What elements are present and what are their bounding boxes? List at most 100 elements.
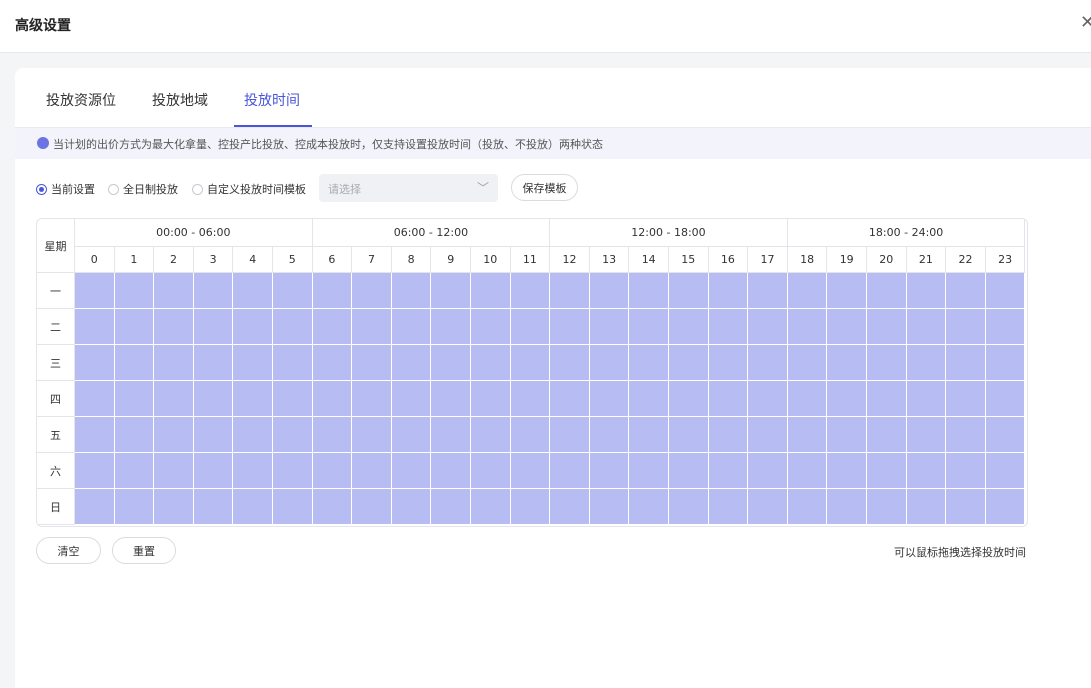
schedule-cell[interactable] — [708, 345, 749, 381]
schedule-cell[interactable] — [154, 453, 194, 489]
template-select[interactable]: 请选择 ﹀ — [319, 174, 498, 202]
schedule-cell[interactable] — [312, 309, 353, 345]
schedule-cell[interactable] — [867, 489, 907, 525]
schedule-cell[interactable] — [431, 417, 471, 453]
schedule-cell[interactable] — [550, 309, 590, 345]
schedule-cell[interactable] — [708, 273, 749, 309]
schedule-cell[interactable] — [787, 417, 828, 453]
schedule-cell[interactable] — [154, 273, 194, 309]
schedule-cell[interactable] — [154, 417, 194, 453]
schedule-cell[interactable] — [669, 273, 709, 309]
tab-region[interactable]: 投放地域 — [152, 90, 208, 110]
schedule-cell[interactable] — [273, 489, 313, 525]
schedule-cell[interactable] — [273, 345, 313, 381]
schedule-cell[interactable] — [827, 345, 867, 381]
schedule-cell[interactable] — [312, 417, 353, 453]
schedule-cell[interactable] — [312, 273, 353, 309]
schedule-cell[interactable] — [471, 453, 511, 489]
schedule-cell[interactable] — [787, 273, 828, 309]
schedule-cell[interactable] — [589, 417, 630, 453]
schedule-cell[interactable] — [352, 381, 392, 417]
schedule-cell[interactable] — [233, 273, 273, 309]
schedule-cell[interactable] — [154, 345, 194, 381]
schedule-cell[interactable] — [431, 345, 471, 381]
schedule-cell[interactable] — [946, 417, 986, 453]
schedule-cell[interactable] — [431, 453, 471, 489]
schedule-cell[interactable] — [867, 273, 907, 309]
schedule-cell[interactable] — [233, 417, 273, 453]
schedule-cell[interactable] — [550, 453, 590, 489]
schedule-cell[interactable] — [985, 273, 1026, 309]
schedule-cell[interactable] — [114, 345, 155, 381]
schedule-cell[interactable] — [985, 381, 1026, 417]
schedule-cell[interactable] — [510, 381, 551, 417]
schedule-cell[interactable] — [510, 453, 551, 489]
tab-resource-position[interactable]: 投放资源位 — [46, 90, 116, 110]
schedule-cell[interactable] — [787, 309, 828, 345]
schedule-cell[interactable] — [273, 273, 313, 309]
schedule-cell[interactable] — [669, 489, 709, 525]
schedule-cell[interactable] — [827, 273, 867, 309]
schedule-cell[interactable] — [312, 345, 353, 381]
schedule-cell[interactable] — [273, 453, 313, 489]
schedule-cell[interactable] — [669, 309, 709, 345]
schedule-cell[interactable] — [867, 381, 907, 417]
schedule-cell[interactable] — [787, 345, 828, 381]
schedule-cell[interactable] — [510, 417, 551, 453]
schedule-cell[interactable] — [114, 453, 155, 489]
schedule-cell[interactable] — [787, 489, 828, 525]
schedule-cell[interactable] — [114, 309, 155, 345]
schedule-cell[interactable] — [550, 489, 590, 525]
schedule-cell[interactable] — [589, 273, 630, 309]
schedule-cell[interactable] — [946, 309, 986, 345]
schedule-cell[interactable] — [352, 309, 392, 345]
schedule-cell[interactable] — [391, 453, 432, 489]
schedule-cell[interactable] — [985, 309, 1026, 345]
schedule-cell[interactable] — [827, 453, 867, 489]
schedule-cell[interactable] — [589, 489, 630, 525]
schedule-cell[interactable] — [233, 345, 273, 381]
schedule-cell[interactable] — [233, 489, 273, 525]
schedule-cell[interactable] — [985, 453, 1026, 489]
schedule-cell[interactable] — [114, 381, 155, 417]
schedule-cell[interactable] — [233, 453, 273, 489]
schedule-cell[interactable] — [391, 309, 432, 345]
schedule-cell[interactable] — [748, 309, 788, 345]
save-template-button[interactable]: 保存模板 — [511, 174, 578, 201]
schedule-cell[interactable] — [589, 453, 630, 489]
schedule-cell[interactable] — [906, 381, 947, 417]
schedule-cell[interactable] — [906, 453, 947, 489]
schedule-cell[interactable] — [629, 345, 669, 381]
schedule-cell[interactable] — [827, 381, 867, 417]
schedule-cell[interactable] — [867, 309, 907, 345]
reset-button[interactable]: 重置 — [112, 537, 176, 564]
schedule-cell[interactable] — [471, 345, 511, 381]
schedule-cell[interactable] — [827, 417, 867, 453]
schedule-cell[interactable] — [589, 345, 630, 381]
schedule-cell[interactable] — [708, 489, 749, 525]
schedule-cell[interactable] — [431, 309, 471, 345]
schedule-cell[interactable] — [669, 381, 709, 417]
tab-schedule-time[interactable]: 投放时间 — [244, 90, 300, 110]
schedule-cell[interactable] — [550, 273, 590, 309]
schedule-cell[interactable] — [708, 309, 749, 345]
schedule-cell[interactable] — [629, 489, 669, 525]
radio-full-day[interactable]: 全日制投放 — [108, 181, 178, 197]
schedule-cell[interactable] — [550, 345, 590, 381]
schedule-cell[interactable] — [906, 489, 947, 525]
schedule-cell[interactable] — [589, 381, 630, 417]
schedule-cell[interactable] — [391, 489, 432, 525]
schedule-cell[interactable] — [154, 309, 194, 345]
schedule-cell[interactable] — [748, 273, 788, 309]
schedule-cell[interactable] — [748, 489, 788, 525]
schedule-cell[interactable] — [510, 345, 551, 381]
schedule-cell[interactable] — [431, 273, 471, 309]
schedule-cell[interactable] — [906, 309, 947, 345]
schedule-cell[interactable] — [906, 273, 947, 309]
schedule-cell[interactable] — [669, 417, 709, 453]
schedule-cell[interactable] — [154, 381, 194, 417]
radio-custom-template[interactable]: 自定义投放时间模板 — [192, 181, 306, 197]
schedule-cell[interactable] — [193, 345, 234, 381]
schedule-cell[interactable] — [787, 453, 828, 489]
schedule-cell[interactable] — [312, 489, 353, 525]
